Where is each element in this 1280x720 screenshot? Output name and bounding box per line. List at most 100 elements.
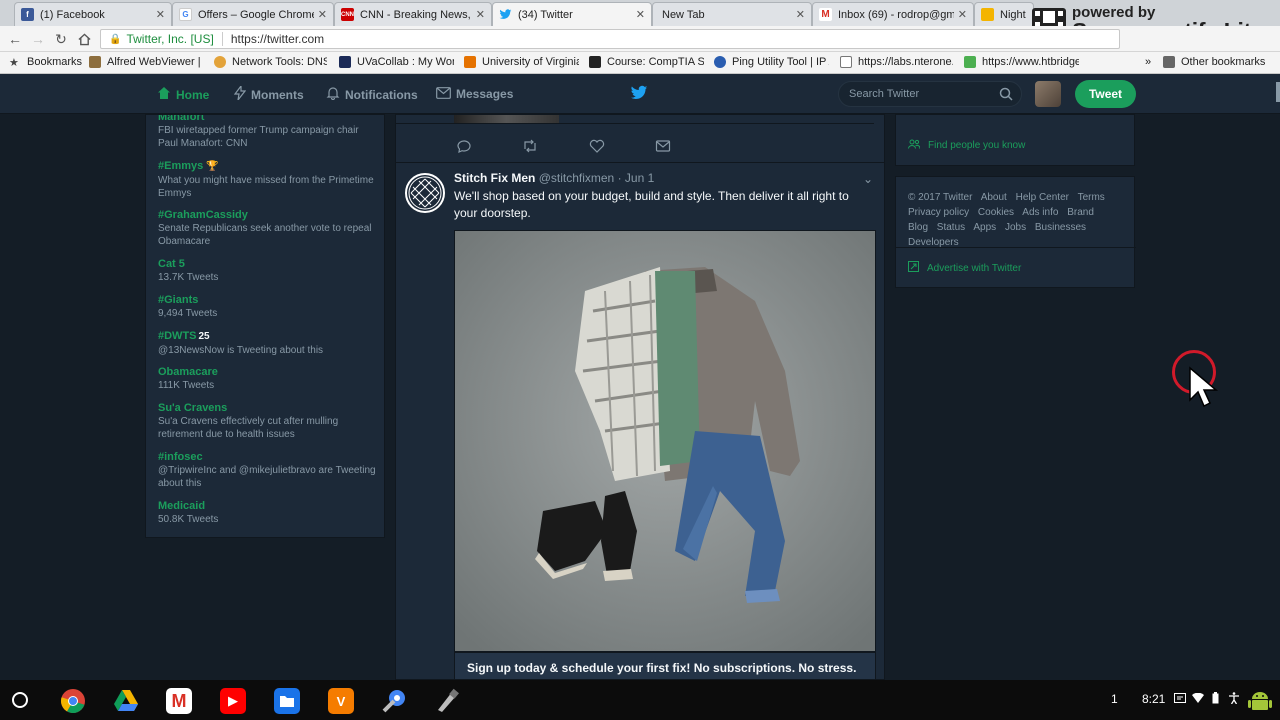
- tab-night[interactable]: Night: [974, 2, 1034, 26]
- bookmark-alfred[interactable]: Alfred WebViewer | M: [89, 56, 204, 68]
- tweet-media-image[interactable]: [454, 230, 876, 652]
- tweet-date[interactable]: · Jun 1: [618, 171, 655, 185]
- avatar[interactable]: [1035, 81, 1061, 107]
- trend-item[interactable]: Manafort FBI wiretapped former Trump cam…: [158, 115, 380, 150]
- android-icon[interactable]: [1247, 688, 1273, 717]
- footer-link-privacy-policy[interactable]: Privacy policy: [908, 207, 969, 218]
- tab-gmail[interactable]: M Inbox (69) - rodrop@gma ✕: [812, 2, 974, 26]
- nav-moments[interactable]: Moments: [233, 84, 304, 103]
- wifi-icon[interactable]: [1192, 692, 1204, 706]
- footer-link-help-center[interactable]: Help Center: [1016, 192, 1069, 203]
- footer-link-businesses[interactable]: Businesses: [1035, 222, 1086, 233]
- close-icon[interactable]: ✕: [318, 8, 327, 21]
- scrollbar[interactable]: [1276, 82, 1280, 102]
- caption-icon[interactable]: [1174, 692, 1186, 706]
- bookmark-uva[interactable]: University of Virginia: [464, 56, 579, 68]
- chrome-icon[interactable]: [60, 688, 86, 714]
- trend-item[interactable]: Obamacare 111K Tweets: [158, 365, 380, 392]
- back-icon[interactable]: ←: [6, 30, 24, 48]
- tab-cnn[interactable]: CNN CNN - Breaking News, La ✕: [334, 2, 492, 26]
- bookmark-nterone[interactable]: https://labs.nterone.: [840, 56, 953, 68]
- files-icon[interactable]: [274, 688, 300, 714]
- chevron-down-icon[interactable]: ⌄: [863, 172, 873, 186]
- close-icon[interactable]: ✕: [156, 8, 165, 21]
- search-icon[interactable]: [999, 87, 1013, 104]
- card-title[interactable]: Sign up today & schedule your first fix!…: [454, 652, 876, 679]
- battery-icon[interactable]: [1212, 692, 1219, 707]
- twitter-bird-icon[interactable]: [630, 84, 648, 102]
- screencastify-icon[interactable]: [434, 688, 460, 714]
- footer-link-terms[interactable]: Terms: [1078, 192, 1105, 203]
- reload-icon[interactable]: ↻: [52, 30, 70, 48]
- accessibility-icon[interactable]: [1228, 692, 1240, 707]
- close-icon[interactable]: ✕: [958, 8, 967, 21]
- gmail-icon[interactable]: M: [166, 688, 192, 714]
- footer-link-apps[interactable]: Apps: [973, 222, 996, 233]
- tweet-avatar[interactable]: [405, 173, 445, 213]
- launcher-icon[interactable]: [12, 692, 28, 708]
- trend-item[interactable]: #Emmys 🏆 What you might have missed from…: [158, 159, 380, 200]
- clock[interactable]: 8:21: [1142, 692, 1165, 706]
- tab-twitter[interactable]: (34) Twitter ✕: [492, 2, 652, 26]
- footer-link-status[interactable]: Status: [937, 222, 965, 233]
- footer-link-ads-info[interactable]: Ads info: [1022, 207, 1058, 218]
- find-people-link[interactable]: Find people you know: [908, 139, 1025, 152]
- tweet-handle[interactable]: @stitchfixmen: [539, 171, 615, 185]
- tweet-author[interactable]: Stitch Fix Men: [454, 171, 535, 185]
- bookmark-ping-utility[interactable]: Ping Utility Tool | IP A: [714, 56, 829, 68]
- trend-item[interactable]: Su'a Cravens Su'a Cravens effectively cu…: [158, 401, 380, 441]
- retweet-icon[interactable]: [522, 139, 538, 153]
- trend-item[interactable]: Cat 5 13.7K Tweets: [158, 257, 380, 284]
- search-input[interactable]: Search Twitter: [838, 81, 1022, 107]
- close-icon[interactable]: ✕: [476, 8, 485, 21]
- drive-icon[interactable]: [113, 688, 139, 714]
- network-tools-icon: [214, 56, 226, 68]
- bookmarks-overflow[interactable]: »: [1145, 56, 1151, 68]
- bookmark-other[interactable]: Other bookmarks: [1163, 56, 1265, 68]
- tab-new-tab[interactable]: New Tab ✕: [652, 2, 812, 26]
- nav-notifications[interactable]: Notifications: [326, 86, 418, 103]
- trend-name: Su'a Cravens: [158, 402, 228, 414]
- tab-google-offers[interactable]: G Offers – Google Chrome ✕: [172, 2, 334, 26]
- bookmark-network-tools[interactable]: Network Tools: DNS,: [214, 56, 327, 68]
- search-placeholder: Search Twitter: [849, 88, 920, 100]
- previous-tweet-media[interactable]: [454, 115, 559, 123]
- home-icon[interactable]: [75, 30, 93, 48]
- notification-count[interactable]: 1: [1111, 692, 1118, 706]
- footer-link-brand[interactable]: Brand: [1067, 207, 1094, 218]
- emmy-emoji-icon: 🏆: [206, 161, 219, 172]
- reply-icon[interactable]: [456, 139, 472, 153]
- footer-link-blog[interactable]: Blog: [908, 222, 928, 233]
- bookmark-comptia[interactable]: Course: CompTIA Se: [589, 56, 704, 68]
- close-icon[interactable]: ✕: [796, 8, 805, 21]
- advertise-link[interactable]: Advertise with Twitter: [908, 261, 1021, 275]
- bookmark-uvacollab[interactable]: UVaCollab : My Work: [339, 56, 454, 68]
- trend-name: Obamacare: [158, 366, 218, 378]
- direct-message-icon[interactable]: [655, 139, 671, 153]
- footer-link-jobs[interactable]: Jobs: [1005, 222, 1026, 233]
- tab-title: New Tab: [662, 8, 705, 21]
- youtube-icon[interactable]: ▶: [220, 688, 246, 714]
- close-icon[interactable]: ✕: [636, 8, 645, 21]
- bookmark-htbridge[interactable]: https://www.htbridge: [964, 56, 1079, 68]
- footer-link-cookies[interactable]: Cookies: [978, 207, 1014, 218]
- forward-icon[interactable]: →: [29, 30, 47, 48]
- trend-item[interactable]: #DWTS 25 @13NewsNow is Tweeting about thi…: [158, 329, 380, 357]
- tweet-button[interactable]: Tweet: [1075, 80, 1136, 108]
- bookmarks-menu[interactable]: ★ Bookmarks: [9, 56, 82, 68]
- chrome-tools-icon[interactable]: [381, 688, 407, 714]
- trend-item[interactable]: #infosec @TripwireInc and @mikejulietbra…: [158, 450, 380, 490]
- like-icon[interactable]: [589, 139, 605, 153]
- nav-notifications-label: Notifications: [345, 87, 418, 102]
- trend-item[interactable]: #GrahamCassidy Senate Republicans seek a…: [158, 208, 380, 248]
- trend-item[interactable]: #Giants 9,494 Tweets: [158, 293, 380, 320]
- address-bar[interactable]: 🔒 Twitter, Inc. [US] https://twitter.com: [100, 29, 1120, 49]
- nav-home[interactable]: Home: [157, 86, 209, 103]
- trend-item[interactable]: Medicaid 50.8K Tweets: [158, 499, 380, 526]
- tab-facebook[interactable]: f (1) Facebook ✕: [14, 2, 172, 26]
- footer-link-about[interactable]: About: [981, 192, 1007, 203]
- nav-messages[interactable]: Messages: [436, 86, 513, 102]
- lock-icon: 🔒: [109, 33, 122, 45]
- footer-copyright: © 2017 Twitter: [908, 192, 973, 203]
- vlc-icon[interactable]: V: [328, 688, 354, 714]
